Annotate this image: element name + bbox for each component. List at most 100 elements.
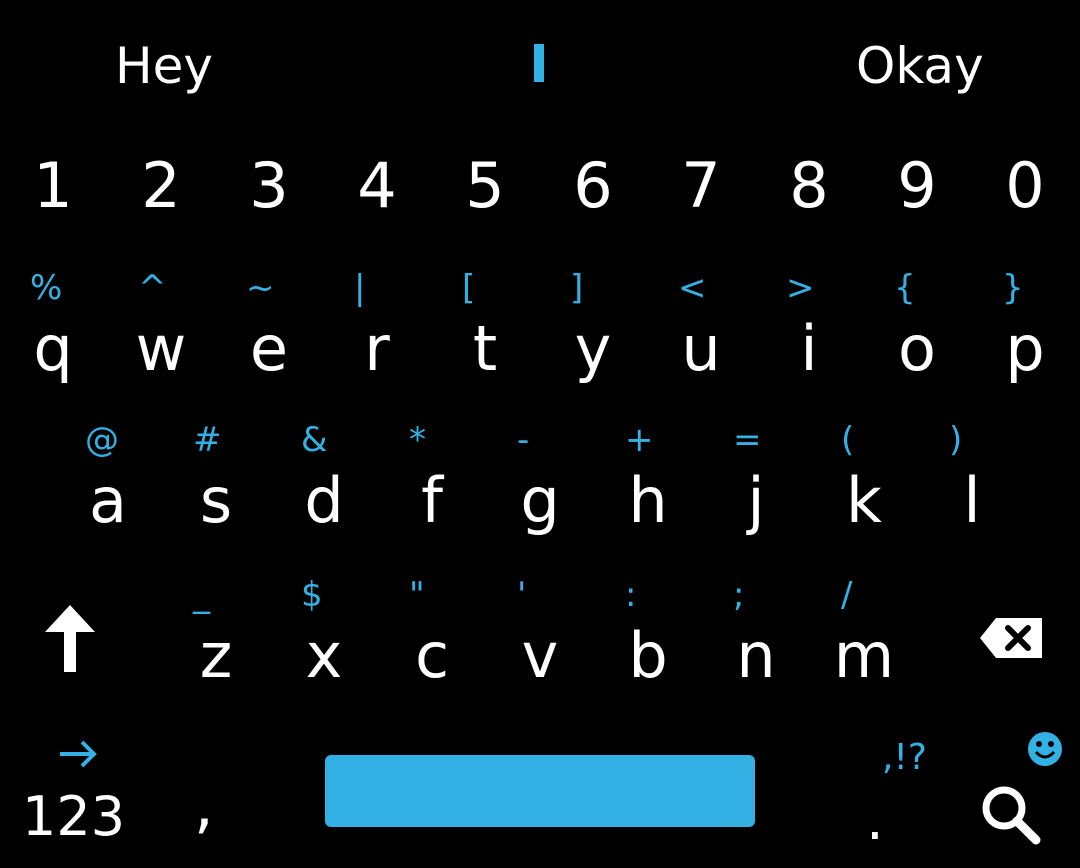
key-label: 2 [141, 149, 181, 222]
key-2[interactable]: 2 [116, 145, 206, 235]
key-letter: n [736, 619, 776, 692]
key-letter: w [135, 312, 187, 385]
key-alt-symbol: # [193, 420, 222, 460]
key-7[interactable]: 7 [656, 145, 746, 235]
key-label: 8 [789, 149, 829, 222]
key-k[interactable]: (k [819, 420, 909, 536]
key-z[interactable]: _ z [171, 575, 261, 691]
key-letter: o [898, 312, 936, 385]
shift-key[interactable] [40, 600, 100, 680]
key-letter: c [414, 619, 450, 692]
key-alt-symbol: - [517, 420, 530, 460]
key-s[interactable]: # s [171, 420, 261, 536]
key-letter: r [364, 312, 390, 385]
key-c[interactable]: " c [387, 575, 477, 691]
key-1[interactable]: 1 [8, 145, 98, 235]
key-6[interactable]: 6 [548, 145, 638, 235]
search-key[interactable] [976, 780, 1046, 850]
key-o[interactable]: {o [872, 268, 962, 384]
key-m[interactable]: / m [819, 575, 909, 691]
emoji-key[interactable] [1026, 730, 1066, 770]
backspace-icon [980, 618, 1042, 658]
key-letter: v [521, 619, 559, 692]
key-alt-symbol: & [301, 420, 328, 460]
key-letter: s [199, 464, 233, 537]
key-alt-symbol: = [733, 420, 762, 460]
period-key[interactable]: ,!? . [850, 730, 960, 854]
key-9[interactable]: 9 [872, 145, 962, 235]
key-0[interactable]: 0 [980, 145, 1070, 235]
comma-label: , [194, 768, 214, 841]
key-a[interactable]: @ a [63, 420, 153, 536]
key-alt-symbol: " [409, 575, 425, 615]
key-h[interactable]: + h [603, 420, 693, 536]
key-label: 9 [897, 149, 937, 222]
key-alt-symbol: % [30, 268, 63, 308]
key-x[interactable]: $ x [279, 575, 369, 691]
key-label: 0 [1005, 149, 1045, 222]
backspace-key[interactable] [978, 614, 1046, 662]
shift-arrow-icon [45, 605, 95, 672]
key-alt-symbol: : [625, 575, 637, 615]
smiley-icon [1028, 732, 1062, 766]
key-alt-symbol: + [625, 420, 654, 460]
key-3[interactable]: 3 [224, 145, 314, 235]
key-q[interactable]: % q [8, 268, 98, 384]
punctuation-hint: ,!? [882, 737, 927, 778]
key-5[interactable]: 5 [440, 145, 530, 235]
key-e[interactable]: ~ e [224, 268, 314, 384]
key-label: 7 [681, 149, 721, 222]
key-l[interactable]: ) l [927, 420, 1017, 536]
key-label: 3 [249, 149, 289, 222]
search-icon [982, 786, 1041, 845]
key-alt-symbol: ) [949, 420, 963, 460]
suggestion-right[interactable]: Okay [856, 36, 984, 96]
key-alt-symbol: ] [570, 268, 584, 308]
numbers-label: 123 [22, 785, 126, 848]
key-letter: x [305, 619, 343, 692]
right-arrow-icon [60, 740, 97, 768]
key-letter: z [199, 619, 233, 692]
text-cursor [534, 44, 544, 82]
key-r[interactable]: | r [332, 268, 422, 384]
key-alt-symbol: ^ [138, 268, 167, 308]
key-u[interactable]: < u [656, 268, 746, 384]
key-n[interactable]: ; n [711, 575, 801, 691]
key-alt-symbol: ' [517, 575, 527, 615]
key-g[interactable]: -g [495, 420, 585, 536]
key-letter: y [574, 312, 612, 385]
key-alt-symbol: > [786, 268, 815, 308]
key-d[interactable]: & d [279, 420, 369, 536]
key-y[interactable]: ] y [548, 268, 638, 384]
key-letter: m [833, 619, 895, 692]
key-alt-symbol: { [894, 268, 916, 308]
key-letter: u [681, 312, 721, 385]
suggestion-left[interactable]: Hey [115, 36, 213, 96]
key-v[interactable]: ' v [495, 575, 585, 691]
key-letter: b [628, 619, 668, 692]
key-alt-symbol: } [1002, 268, 1024, 308]
key-f[interactable]: * f [387, 420, 477, 536]
key-w[interactable]: ^ w [116, 268, 206, 384]
key-alt-symbol: ~ [246, 268, 275, 308]
key-alt-symbol: _ [193, 575, 210, 615]
key-alt-symbol: / [841, 575, 853, 615]
key-alt-symbol: $ [301, 575, 323, 615]
key-t[interactable]: [t [440, 268, 530, 384]
key-letter: t [472, 312, 498, 385]
key-label: 4 [357, 149, 397, 222]
space-bar[interactable] [325, 755, 755, 827]
comma-key[interactable]: , [170, 770, 240, 850]
key-letter: h [628, 464, 668, 537]
key-i[interactable]: > i [764, 268, 854, 384]
key-letter: d [304, 464, 344, 537]
key-4[interactable]: 4 [332, 145, 422, 235]
numbers-key[interactable]: 123 [20, 730, 130, 850]
key-j[interactable]: = j [711, 420, 801, 536]
key-p[interactable]: } p [980, 268, 1070, 384]
key-letter: f [421, 464, 443, 537]
key-letter: l [963, 464, 981, 537]
key-8[interactable]: 8 [764, 145, 854, 235]
key-label: 5 [465, 149, 505, 222]
key-b[interactable]: :b [603, 575, 693, 691]
